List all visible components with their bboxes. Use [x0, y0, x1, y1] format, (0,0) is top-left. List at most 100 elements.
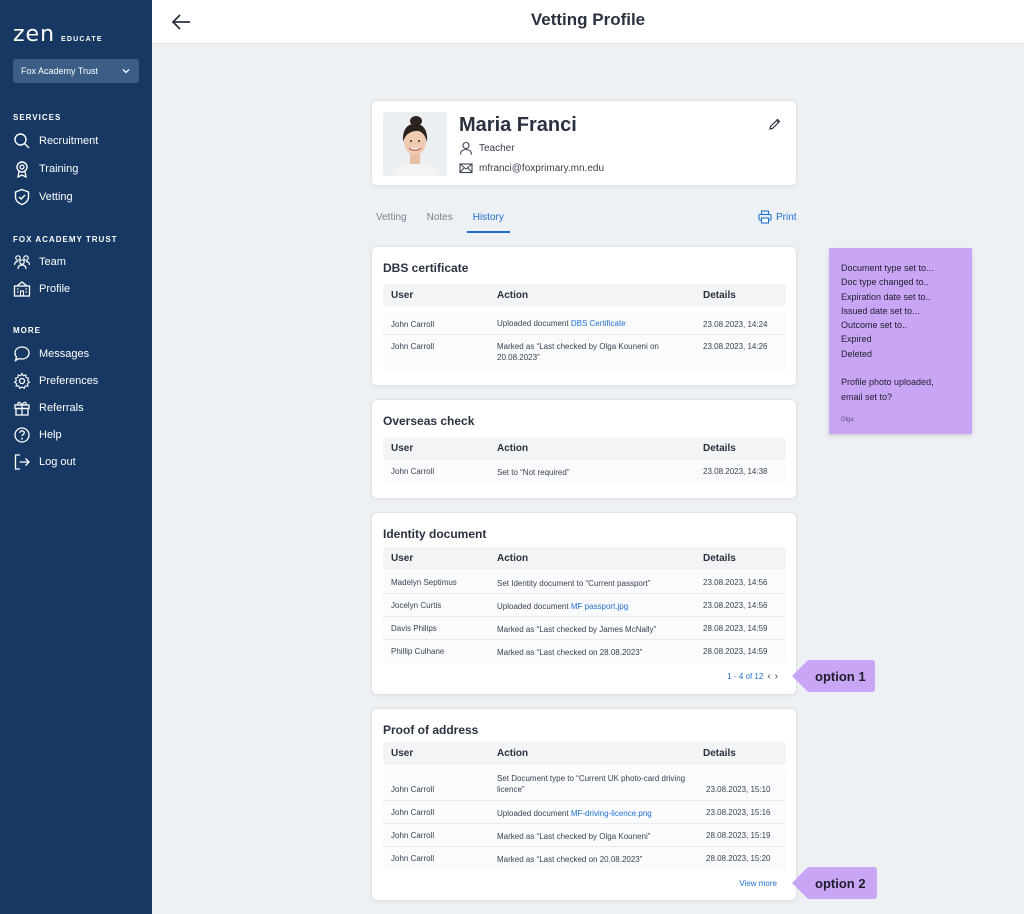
- gear-icon: [13, 372, 31, 390]
- tab-history[interactable]: History: [466, 212, 510, 233]
- action-text: Uploaded document: [497, 319, 571, 328]
- print-button[interactable]: Print: [758, 210, 797, 224]
- table-row: Davis Philips Marked as “Last checked by…: [383, 617, 786, 640]
- document-link[interactable]: DBS Certificate: [571, 319, 626, 328]
- column-details: Details: [703, 443, 736, 454]
- profile-card: Maria Franci Teacher mfranci@foxprimary.…: [371, 100, 797, 186]
- column-user: User: [391, 553, 414, 564]
- tab-vetting[interactable]: Vetting: [376, 212, 415, 233]
- avatar: [383, 112, 447, 176]
- table-row: John Carroll Set Document type to “Curre…: [383, 769, 786, 801]
- cell-action: Marked as “Last checked by Olga Kouneni …: [497, 342, 659, 362]
- gift-icon: [14, 401, 30, 416]
- cell-action: Set Identity document to “Current passpo…: [497, 579, 651, 588]
- table-row: John Carroll Set to “Not required” 23.08…: [383, 461, 786, 483]
- pencil-icon: [769, 118, 781, 130]
- search-icon: [14, 133, 30, 149]
- sticky-line: email set to?: [841, 391, 893, 402]
- logo-sub: EDUCATE: [61, 36, 103, 43]
- sticky-line: Issued date set to...: [841, 305, 920, 316]
- dbs-certificate-card: DBS certificate User Action Details John…: [371, 246, 797, 386]
- nav-item-vetting[interactable]: Vetting: [13, 188, 73, 206]
- organisation-select[interactable]: Fox Academy Trust: [13, 59, 139, 83]
- annotation-option-2: option 2: [792, 867, 877, 899]
- page-title: Vetting Profile: [530, 10, 646, 29]
- logo-main: zen: [13, 22, 56, 47]
- nav-item-label: Log out: [39, 456, 76, 468]
- column-action: Action: [497, 748, 529, 759]
- cell-user: John Carroll: [391, 854, 435, 863]
- table-header: User Action Details: [383, 547, 786, 570]
- nav-item-training[interactable]: Training: [13, 160, 78, 178]
- table-row: John Carroll Marked as “Last checked by …: [383, 824, 786, 847]
- nav-item-label: Team: [39, 256, 66, 268]
- more-heading: MORE: [13, 326, 41, 335]
- cell-action: Uploaded document MF-driving-licence.png: [497, 808, 717, 819]
- nav-item-team[interactable]: Team: [13, 253, 66, 271]
- nav-item-messages[interactable]: Messages: [13, 345, 89, 363]
- printer-icon: [758, 210, 772, 224]
- table-row: Jocelyn Curtis Uploaded document MF pass…: [383, 594, 786, 617]
- sticky-line: Expiration date set to..: [841, 291, 931, 302]
- nav-item-preferences[interactable]: Preferences: [13, 372, 98, 390]
- sticky-line: Document type set to...: [841, 263, 934, 273]
- chevron-right-icon[interactable]: ›: [775, 671, 778, 682]
- sticky-line: Expired: [841, 334, 872, 345]
- profile-tabs: Vetting Notes History: [376, 212, 522, 233]
- sticky-line: Outcome set to..: [841, 320, 908, 331]
- table-row: Madelyn Septimus Set Identity document t…: [383, 571, 786, 594]
- cell-action: Marked as “Last checked on 20.08.2023”: [497, 855, 643, 864]
- view-more-link[interactable]: View more: [739, 879, 777, 888]
- table-row: John Carroll Uploaded document DBS Certi…: [383, 312, 786, 335]
- action-text: Uploaded document: [497, 602, 571, 611]
- team-icon: [13, 255, 31, 270]
- nav-item-label: Recruitment: [39, 135, 99, 147]
- edit-profile-button[interactable]: [764, 113, 786, 135]
- section-title: Proof of address: [383, 723, 479, 737]
- nav-item-recruitment[interactable]: Recruitment: [13, 132, 98, 150]
- chevron-left-icon[interactable]: ‹: [767, 671, 770, 682]
- help-circle-icon: [14, 427, 30, 443]
- cell-user: Jocelyn Curtis: [391, 601, 442, 610]
- column-action: Action: [497, 290, 529, 301]
- cell-user: John Carroll: [391, 785, 435, 794]
- column-action: Action: [497, 443, 529, 454]
- pagination-range: 1 - 4 of 12: [727, 672, 764, 681]
- table-row: John Carroll Marked as “Last checked by …: [383, 335, 786, 370]
- nav-item-profile[interactable]: Profile: [13, 280, 70, 298]
- column-details: Details: [703, 748, 736, 759]
- section-title: Overseas check: [383, 414, 475, 428]
- identity-document-card: Identity document User Action Details Ma…: [371, 512, 797, 695]
- cell-user: John Carroll: [391, 342, 435, 351]
- mail-icon: [459, 163, 473, 174]
- cell-action: Set Document type to “Current UK photo-c…: [497, 774, 686, 794]
- table-body: John Carroll Set to “Not required” 23.08…: [383, 461, 786, 483]
- nav-item-log-out[interactable]: Log out: [13, 453, 76, 471]
- nav-item-help[interactable]: Help: [13, 426, 62, 444]
- table-header: User Action Details: [383, 284, 786, 307]
- tab-notes[interactable]: Notes: [427, 212, 461, 233]
- sticky-line: Profile photo uploaded,: [841, 377, 934, 388]
- cell-details: 23.08.2023, 14:38: [703, 467, 768, 476]
- cell-user: Madelyn Septimus: [391, 578, 457, 587]
- organisation-select-value: Fox Academy Trust: [21, 66, 99, 76]
- document-link[interactable]: MF-driving-licence.png: [571, 809, 652, 818]
- document-link[interactable]: MF passport.jpg: [571, 602, 628, 611]
- table-header: User Action Details: [383, 437, 786, 460]
- cell-action: Marked as “Last checked on 28.08.2023”: [497, 648, 643, 657]
- nav-item-referrals[interactable]: Referrals: [13, 399, 84, 417]
- logout-icon: [14, 454, 30, 470]
- chevron-down-icon: [122, 69, 130, 74]
- cell-user: Phillip Culhane: [391, 647, 445, 656]
- cell-user: John Carroll: [391, 831, 435, 840]
- section-title: DBS certificate: [383, 261, 469, 275]
- cell-details: 28.08.2023, 15:20: [706, 854, 771, 863]
- cell-details: 23.08.2023, 14:56: [703, 601, 768, 610]
- nav-item-label: Referrals: [39, 402, 84, 414]
- zen-educate-logo[interactable]: zen EDUCATE: [13, 22, 103, 47]
- table-body: John Carroll Uploaded document DBS Certi…: [383, 312, 786, 370]
- profile-role-row: Teacher: [459, 141, 515, 155]
- overseas-check-card: Overseas check User Action Details John …: [371, 399, 797, 499]
- nav-item-label: Preferences: [39, 375, 99, 387]
- cell-user: John Carroll: [391, 320, 435, 329]
